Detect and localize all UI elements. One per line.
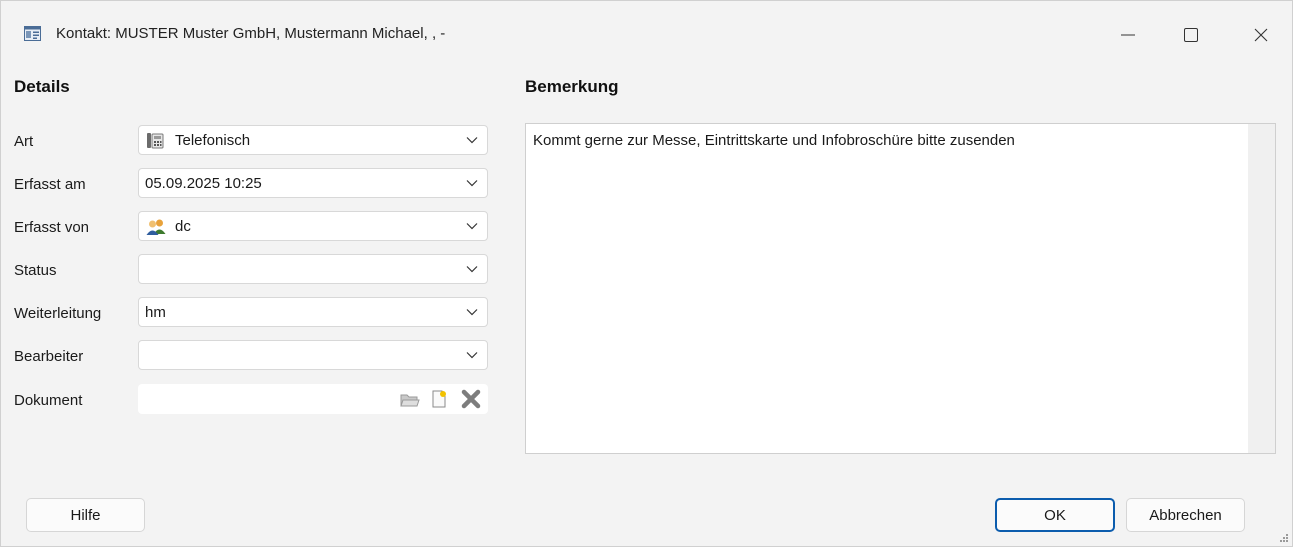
chevron-down-icon xyxy=(466,137,478,144)
resize-grip-icon[interactable] xyxy=(1279,533,1289,543)
erfasst-am-label: Erfasst am xyxy=(14,176,86,193)
erfasst-von-value: dc xyxy=(175,218,191,235)
chevron-down-icon xyxy=(466,352,478,359)
bearbeiter-dropdown[interactable] xyxy=(138,340,488,370)
help-button[interactable]: Hilfe xyxy=(26,498,145,532)
weiterleitung-label: Weiterleitung xyxy=(14,305,102,322)
contact-card-icon xyxy=(24,26,41,41)
ok-button[interactable]: OK xyxy=(995,498,1115,532)
remark-scrollbar[interactable] xyxy=(1248,124,1275,453)
art-label: Art xyxy=(14,133,34,150)
erfasst-von-dropdown[interactable]: dc xyxy=(138,211,488,241)
art-dropdown[interactable]: Telefonisch xyxy=(138,125,488,155)
telephone-icon xyxy=(147,133,164,149)
maximize-button[interactable] xyxy=(1168,17,1214,53)
chevron-down-icon xyxy=(466,223,478,230)
chevron-down-icon xyxy=(466,266,478,273)
chevron-down-icon xyxy=(466,309,478,316)
minimize-button[interactable] xyxy=(1105,17,1151,53)
users-icon xyxy=(146,219,166,235)
new-document-icon[interactable] xyxy=(431,390,447,408)
delete-icon[interactable] xyxy=(461,389,481,409)
remark-textarea[interactable]: Kommt gerne zur Messe, Eintrittskarte un… xyxy=(525,123,1276,454)
remark-text: Kommt gerne zur Messe, Eintrittskarte un… xyxy=(533,132,1015,149)
chevron-down-icon xyxy=(466,180,478,187)
title-bar[interactable]: Kontakt: MUSTER Muster GmbH, Mustermann … xyxy=(1,1,1292,59)
erfasst-am-value: 05.09.2025 10:25 xyxy=(145,175,262,192)
art-value: Telefonisch xyxy=(175,132,251,149)
weiterleitung-value: hm xyxy=(145,304,166,321)
erfasst-am-datetime-picker[interactable]: 05.09.2025 10:25 xyxy=(138,168,488,198)
open-folder-icon[interactable] xyxy=(400,392,420,408)
dokument-label: Dokument xyxy=(14,392,83,409)
minimize-icon xyxy=(1121,34,1135,36)
bearbeiter-label: Bearbeiter xyxy=(14,348,84,365)
maximize-icon xyxy=(1184,28,1198,42)
status-label: Status xyxy=(14,262,57,279)
remark-heading: Bemerkung xyxy=(525,77,619,96)
details-heading: Details xyxy=(14,77,70,96)
contact-dialog: Kontakt: MUSTER Muster GmbH, Mustermann … xyxy=(0,0,1293,547)
weiterleitung-dropdown[interactable]: hm xyxy=(138,297,488,327)
window-title: Kontakt: MUSTER Muster GmbH, Mustermann … xyxy=(56,25,446,42)
cancel-button[interactable]: Abbrechen xyxy=(1126,498,1245,532)
dokument-field[interactable] xyxy=(138,384,488,414)
close-icon xyxy=(1254,28,1268,42)
close-button[interactable] xyxy=(1238,17,1284,53)
status-dropdown[interactable] xyxy=(138,254,488,284)
erfasst-von-label: Erfasst von xyxy=(14,219,90,236)
